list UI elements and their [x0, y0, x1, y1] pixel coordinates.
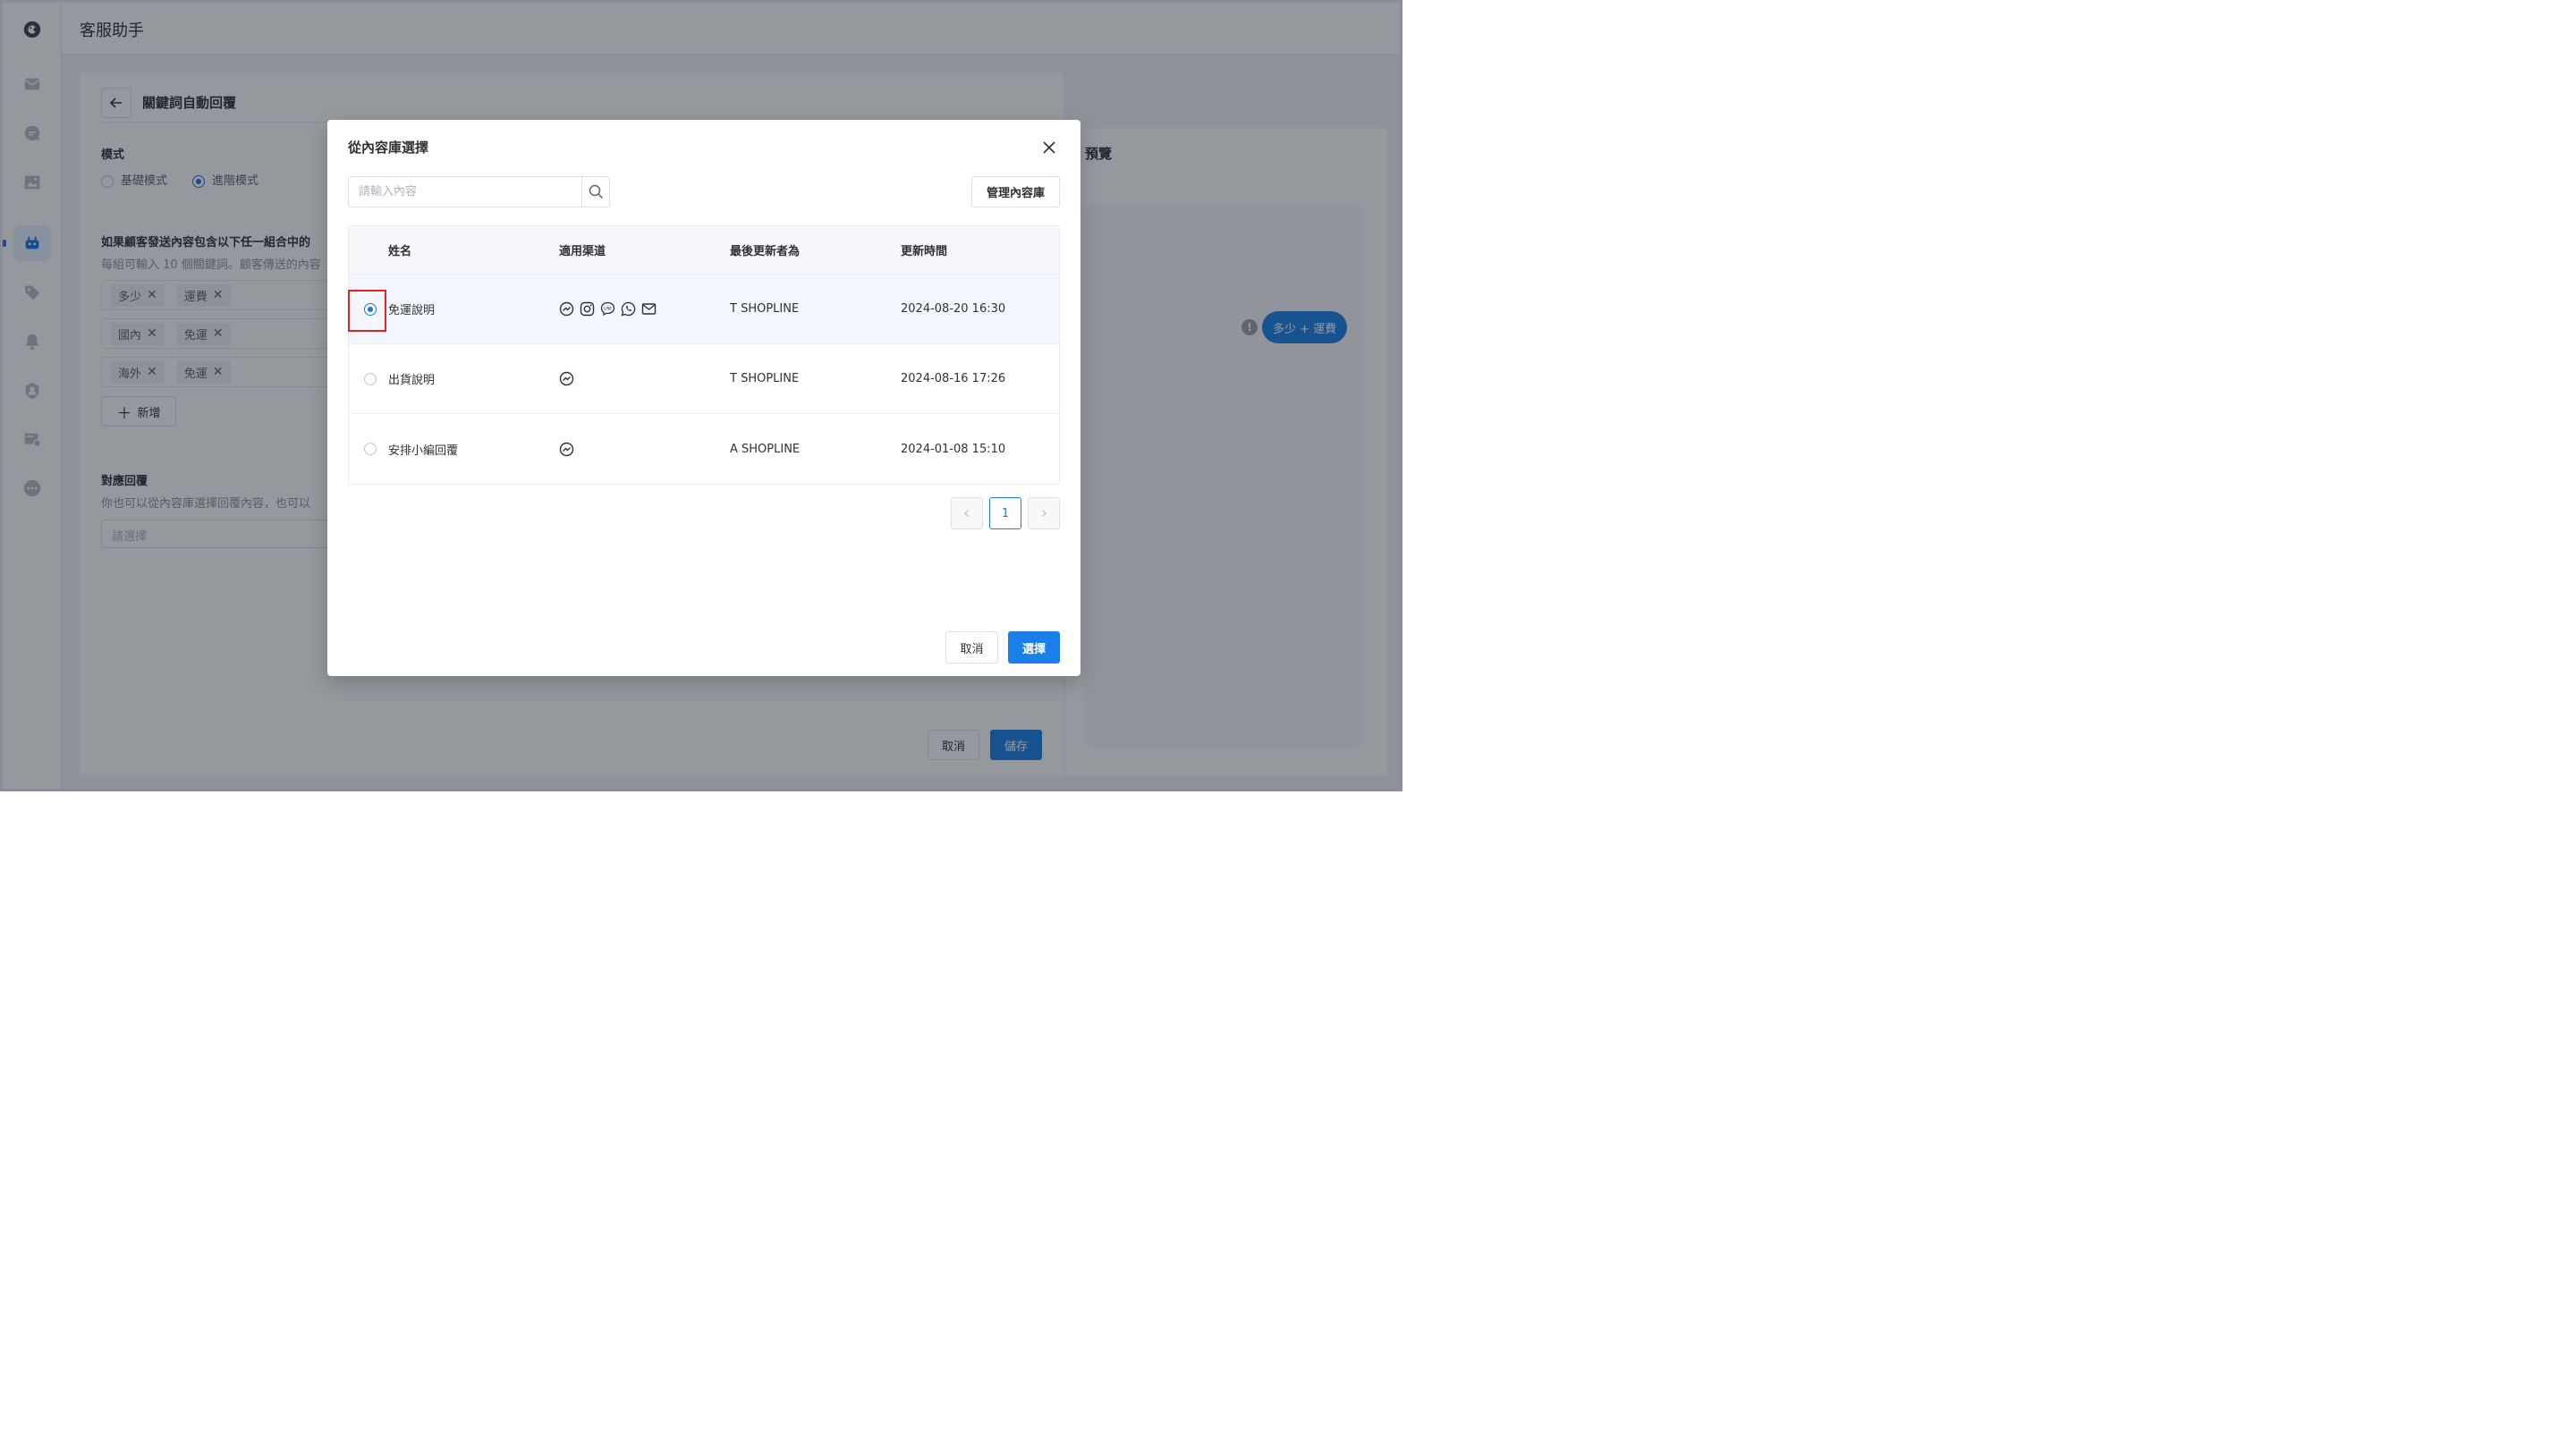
manage-library-button[interactable]: 管理內容庫 [971, 176, 1060, 207]
search-button[interactable] [581, 177, 609, 207]
whatsapp-icon [621, 301, 636, 317]
modal-select-button[interactable]: 選擇 [1008, 631, 1060, 664]
modal-title: 從內容庫選擇 [348, 139, 429, 156]
row-updated-by: A SHOPLINE [730, 442, 801, 456]
search-input[interactable] [349, 177, 581, 207]
content-table: 姓名 適用渠道 最後更新者為 更新時間 免運說明 LINE T SHOPLINE… [348, 225, 1060, 485]
svg-text:LINE: LINE [604, 306, 612, 310]
table-row[interactable]: 免運說明 LINE T SHOPLINE 2024-08-20 16:30 [349, 275, 1059, 344]
row-updated-at: 2024-08-16 17:26 [901, 372, 1006, 385]
row-radio[interactable] [364, 443, 377, 455]
chevron-right-icon [1042, 510, 1046, 517]
row-name: 出貨說明 [388, 374, 436, 387]
row-updated-at: 2024-08-20 16:30 [901, 302, 1006, 316]
content-library-modal: 從內容庫選擇 管理內容庫 姓名 適用渠道 最後更新者為 更新時間 免運說明 [327, 120, 1080, 676]
column-header-updated-by: 最後更新者為 [730, 245, 801, 258]
row-channels [559, 371, 730, 386]
search-icon [589, 184, 603, 199]
close-button[interactable] [1039, 138, 1059, 157]
row-name: 安排小編回覆 [388, 444, 459, 458]
close-icon [1043, 141, 1055, 154]
app-window: 客服助手 關鍵詞自動回覆 模式 基礎模式 進階模式 如果顧客發送內容包含以下任一… [0, 0, 1402, 791]
email-icon [641, 301, 657, 317]
table-row[interactable]: 安排小編回覆 A SHOPLINE 2024-01-08 15:10 [349, 414, 1059, 484]
table-header: 姓名 適用渠道 最後更新者為 更新時間 [349, 226, 1059, 275]
column-header-name: 姓名 [388, 245, 412, 258]
column-header-channels: 適用渠道 [559, 245, 606, 258]
row-updated-by: T SHOPLINE [730, 372, 800, 385]
next-page-button[interactable] [1028, 497, 1060, 529]
preview-input-bar [1106, 790, 1343, 791]
messenger-icon [559, 301, 574, 317]
instagram-icon [580, 301, 595, 317]
row-channels: LINE [559, 301, 730, 317]
messenger-icon [559, 442, 574, 457]
row-radio[interactable] [364, 372, 377, 385]
prev-page-button[interactable] [951, 497, 983, 529]
row-radio[interactable] [364, 302, 377, 316]
row-channels [559, 442, 730, 457]
line-icon: LINE [600, 301, 615, 317]
column-header-updated-at: 更新時間 [901, 245, 948, 258]
row-updated-at: 2024-01-08 15:10 [901, 442, 1006, 456]
messenger-icon [559, 371, 574, 386]
search-box [348, 176, 610, 207]
page-number-button[interactable]: 1 [989, 497, 1021, 529]
table-row[interactable]: 出貨說明 T SHOPLINE 2024-08-16 17:26 [349, 344, 1059, 414]
row-name: 免運說明 [388, 304, 436, 317]
row-updated-by: T SHOPLINE [730, 302, 800, 316]
chevron-left-icon [964, 510, 969, 517]
modal-cancel-button[interactable]: 取消 [945, 631, 998, 664]
